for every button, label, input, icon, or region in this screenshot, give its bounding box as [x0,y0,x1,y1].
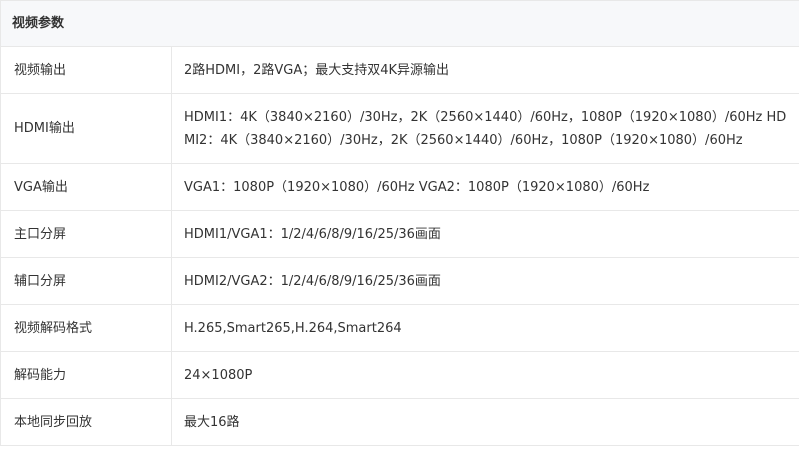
table-row: 视频输出 2路HDMI，2路VGA；最大支持双4K异源输出 [0,46,799,94]
row-label: 解码能力 [0,351,172,399]
row-label: 视频输出 [0,46,172,94]
table-row: 解码能力 24×1080P [0,351,799,399]
spec-table: 视频参数 视频输出 2路HDMI，2路VGA；最大支持双4K异源输出 HDMI输… [0,0,799,446]
row-value: 最大16路 [170,398,799,446]
row-label: 视频解码格式 [0,304,172,352]
table-row: 辅口分屏 HDMI2/VGA2：1/2/4/6/8/9/16/25/36画面 [0,257,799,305]
row-value: HDMI1/VGA1：1/2/4/6/8/9/16/25/36画面 [170,210,799,258]
row-value: 2路HDMI，2路VGA；最大支持双4K异源输出 [170,46,799,94]
section-title: 视频参数 [0,0,799,47]
table-row: HDMI输出 HDMI1：4K（3840×2160）/30Hz，2K（2560×… [0,93,799,164]
table-row: 本地同步回放 最大16路 [0,398,799,446]
row-value: HDMI2/VGA2：1/2/4/6/8/9/16/25/36画面 [170,257,799,305]
section-header-row: 视频参数 [0,0,799,47]
row-label: 主口分屏 [0,210,172,258]
table-row: 主口分屏 HDMI1/VGA1：1/2/4/6/8/9/16/25/36画面 [0,210,799,258]
row-label: HDMI输出 [0,93,172,164]
table-row: 视频解码格式 H.265,Smart265,H.264,Smart264 [0,304,799,352]
row-value: HDMI1：4K（3840×2160）/30Hz，2K（2560×1440）/6… [170,93,799,164]
row-value: H.265,Smart265,H.264,Smart264 [170,304,799,352]
row-label: 本地同步回放 [0,398,172,446]
table-row: VGA输出 VGA1：1080P（1920×1080）/60Hz VGA2：10… [0,163,799,211]
row-label: VGA输出 [0,163,172,211]
row-value: 24×1080P [170,351,799,399]
row-label: 辅口分屏 [0,257,172,305]
row-value: VGA1：1080P（1920×1080）/60Hz VGA2：1080P（19… [170,163,799,211]
